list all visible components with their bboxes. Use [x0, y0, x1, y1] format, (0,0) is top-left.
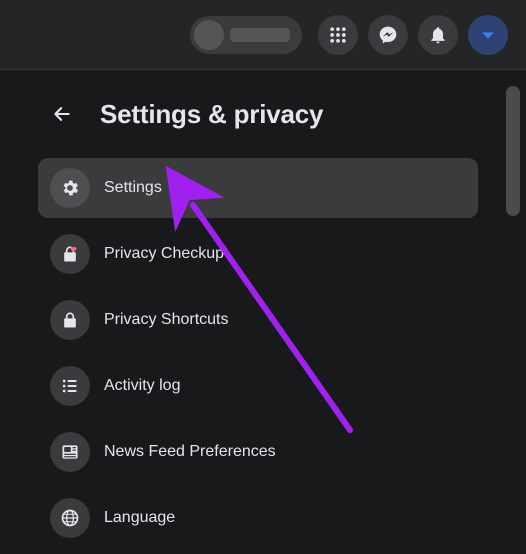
- panel-header: Settings & privacy: [38, 82, 478, 158]
- menu-item-label: Language: [104, 509, 175, 527]
- messenger-icon: [378, 25, 398, 45]
- menu-item-label: Privacy Checkup: [104, 245, 224, 263]
- profile-name-redacted: [230, 28, 290, 42]
- panel-title: Settings & privacy: [100, 99, 323, 130]
- list-icon: [50, 366, 90, 406]
- menu-button[interactable]: [318, 15, 358, 55]
- menu-item-activity-log[interactable]: Activity log: [38, 356, 478, 416]
- menu-item-privacy-checkup[interactable]: Privacy Checkup: [38, 224, 478, 284]
- settings-privacy-panel: Settings & privacy Settings Privacy Chec…: [38, 82, 478, 554]
- newspaper-icon: [50, 432, 90, 472]
- account-chevron-icon: [478, 25, 498, 45]
- account-menu-button[interactable]: [468, 15, 508, 55]
- globe-icon: [50, 498, 90, 538]
- menu-item-label: Settings: [104, 179, 162, 197]
- menu-item-settings[interactable]: Settings: [38, 158, 478, 218]
- menu-item-label: Activity log: [104, 377, 180, 395]
- menu-item-news-feed-preferences[interactable]: News Feed Preferences: [38, 422, 478, 482]
- menu-item-label: Privacy Shortcuts: [104, 311, 228, 329]
- gear-icon: [50, 168, 90, 208]
- menu-item-label: News Feed Preferences: [104, 443, 276, 461]
- arrow-left-icon: [52, 104, 72, 124]
- top-bar: [0, 0, 526, 70]
- back-button[interactable]: [42, 94, 82, 134]
- notifications-button[interactable]: [418, 15, 458, 55]
- profile-chip[interactable]: [190, 16, 302, 54]
- scrollbar-thumb[interactable]: [506, 86, 520, 216]
- lock-heart-icon: [50, 234, 90, 274]
- messenger-button[interactable]: [368, 15, 408, 55]
- lock-icon: [50, 300, 90, 340]
- menu-item-language[interactable]: Language: [38, 488, 478, 548]
- avatar: [194, 20, 224, 50]
- menu-grid-icon: [328, 25, 348, 45]
- notifications-icon: [428, 25, 448, 45]
- menu-item-privacy-shortcuts[interactable]: Privacy Shortcuts: [38, 290, 478, 350]
